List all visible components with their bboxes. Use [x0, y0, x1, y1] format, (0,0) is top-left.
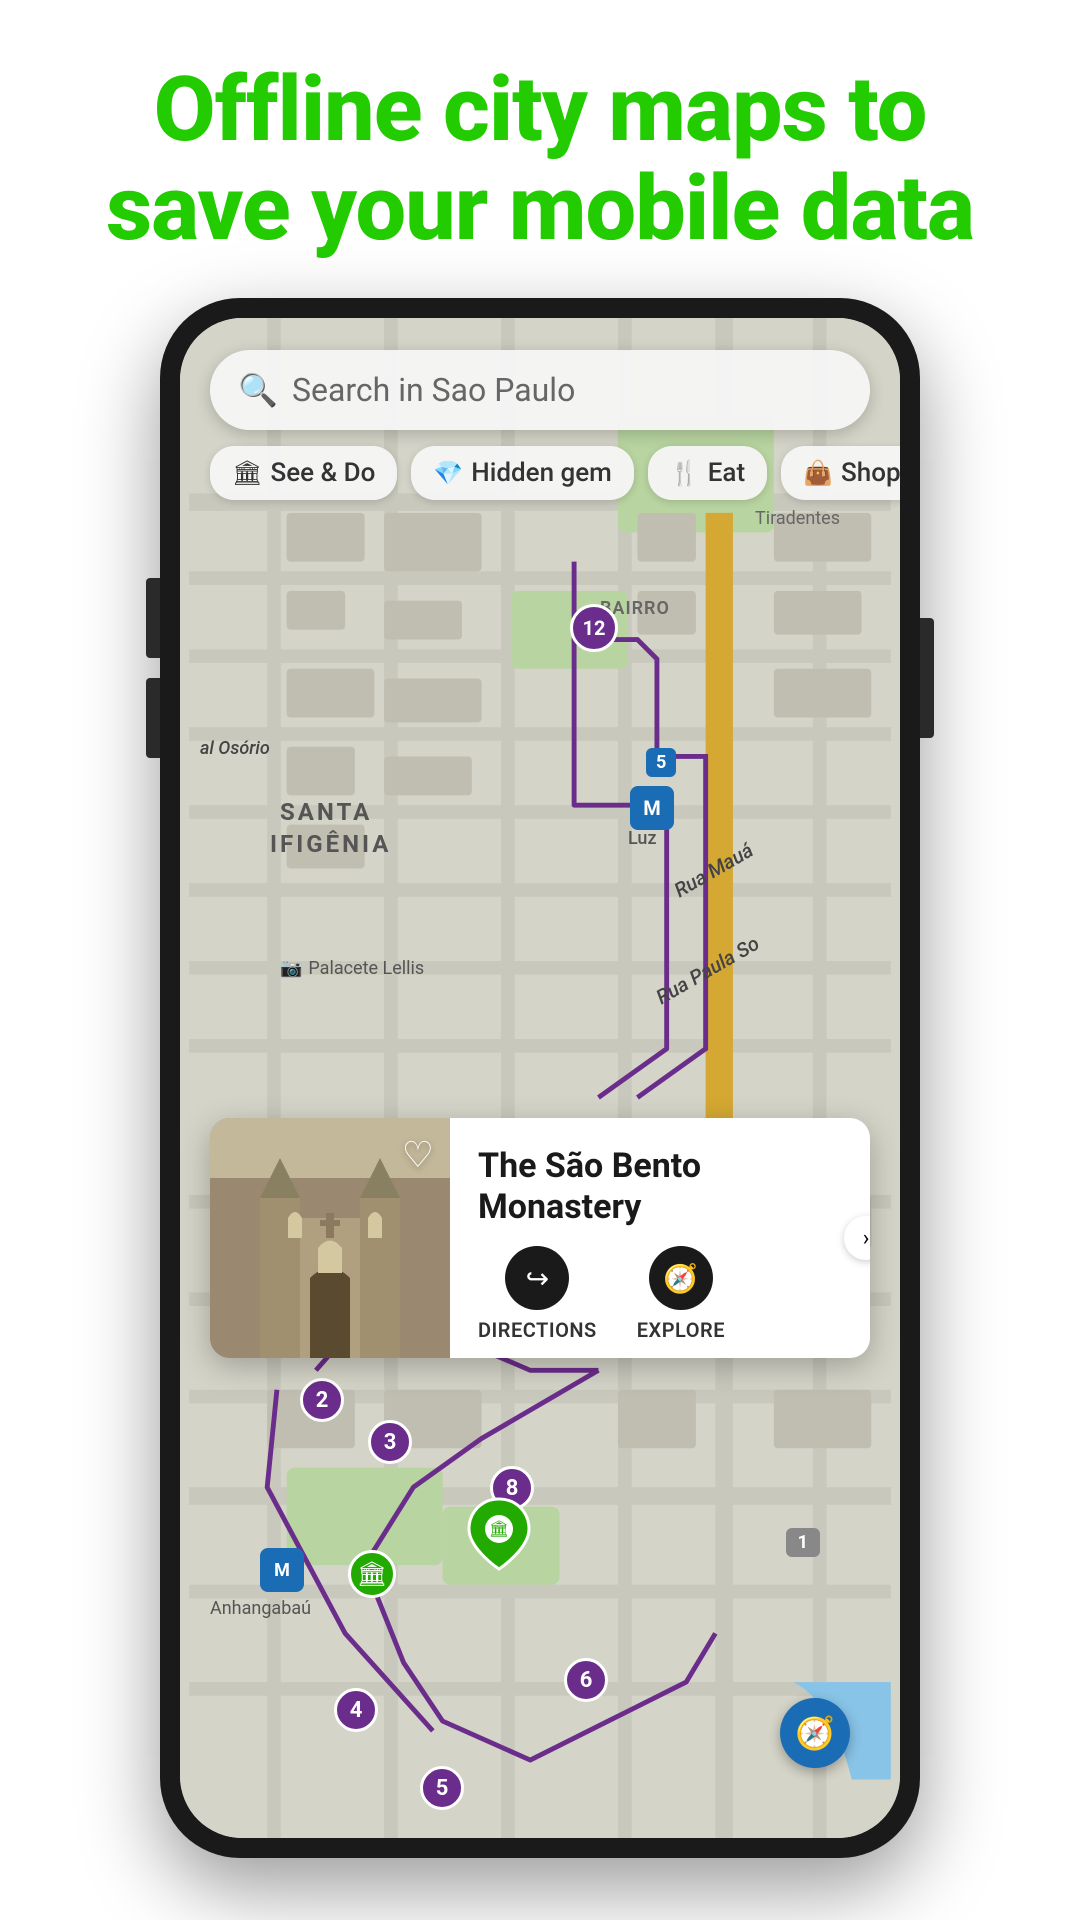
filter-chips-container: 🏛 See & Do 💎 Hidden gem 🍴 Eat 👜 Shop: [200, 446, 900, 500]
card-content: The São Bento Monastery ↪ DIRECTIONS 🧭 E…: [450, 1118, 870, 1358]
explore-action[interactable]: 🧭 EXPLORE: [637, 1246, 725, 1342]
metro-icon-luz: M: [630, 786, 674, 830]
marker-5-bottom: 5: [420, 1766, 464, 1810]
marker-3: 3: [368, 1420, 412, 1464]
chip-hidden-gem[interactable]: 💎 Hidden gem: [411, 446, 633, 500]
area-label-ifigenia: IFIGÊNIA: [270, 830, 391, 858]
chip-see-do[interactable]: 🏛 See & Do: [210, 446, 397, 500]
map-area[interactable]: SANTA IFIGÊNIA Rua Mauá Rua Paula So al …: [180, 318, 900, 1838]
headline-line1: Offline city maps to: [154, 57, 927, 162]
phone-frame: SANTA IFIGÊNIA Rua Mauá Rua Paula So al …: [160, 298, 920, 1858]
area-label-anhangabaú: Anhangabaú: [210, 1598, 311, 1619]
area-label-tiradentes: Tiradentes: [755, 508, 840, 529]
marker-12: 12: [570, 604, 618, 652]
directions-label: DIRECTIONS: [478, 1318, 597, 1342]
green-poi-pin: 🏛: [464, 1494, 534, 1578]
marker-6: 6: [564, 1658, 608, 1702]
transit-badge-5: 5: [646, 748, 676, 777]
chip-eat[interactable]: 🍴 Eat: [648, 446, 767, 500]
headline: Offline city maps to save your mobile da…: [26, 0, 1054, 298]
volume-up-button[interactable]: [146, 578, 160, 658]
info-card[interactable]: ♡ The São Bento Monastery ↪ DIRECTIONS 🧭…: [210, 1118, 870, 1358]
marker-4: 4: [334, 1688, 378, 1732]
heart-button[interactable]: ♡: [402, 1134, 434, 1176]
search-icon: 🔍: [240, 372, 276, 408]
road-label-osorio: al Osório: [200, 738, 270, 759]
phone-screen: SANTA IFIGÊNIA Rua Mauá Rua Paula So al …: [180, 318, 900, 1838]
transit-badge-1: 1: [786, 1528, 820, 1557]
explore-label: EXPLORE: [637, 1318, 725, 1342]
chip-shop[interactable]: 👜 Shop: [781, 446, 900, 500]
metro-icon-anhangabau: M: [260, 1548, 304, 1592]
volume-down-button[interactable]: [146, 678, 160, 758]
svg-text:🏛: 🏛: [489, 1519, 509, 1538]
search-placeholder: Search in Sao Paulo: [292, 371, 575, 409]
card-image: ♡: [210, 1118, 450, 1358]
compass-button[interactable]: 🧭: [780, 1698, 850, 1768]
card-actions-row: ↪ DIRECTIONS 🧭 EXPLORE: [478, 1246, 842, 1342]
poi-label-palacete: 📷Palacete Lellis: [280, 958, 424, 979]
search-bar[interactable]: 🔍 Search in Sao Paulo: [210, 350, 870, 430]
card-title: The São Bento Monastery: [478, 1146, 842, 1228]
area-label-santa: SANTA: [280, 798, 372, 826]
explore-icon-circle: 🧭: [649, 1246, 713, 1310]
museum-icon: 🏛: [348, 1550, 396, 1598]
directions-icon-circle: ↪: [505, 1246, 569, 1310]
marker-2: 2: [300, 1378, 344, 1422]
area-label-luz: Luz: [628, 828, 657, 849]
directions-action[interactable]: ↪ DIRECTIONS: [478, 1246, 597, 1342]
headline-line2: save your mobile data: [106, 156, 974, 261]
power-button[interactable]: [920, 618, 934, 738]
